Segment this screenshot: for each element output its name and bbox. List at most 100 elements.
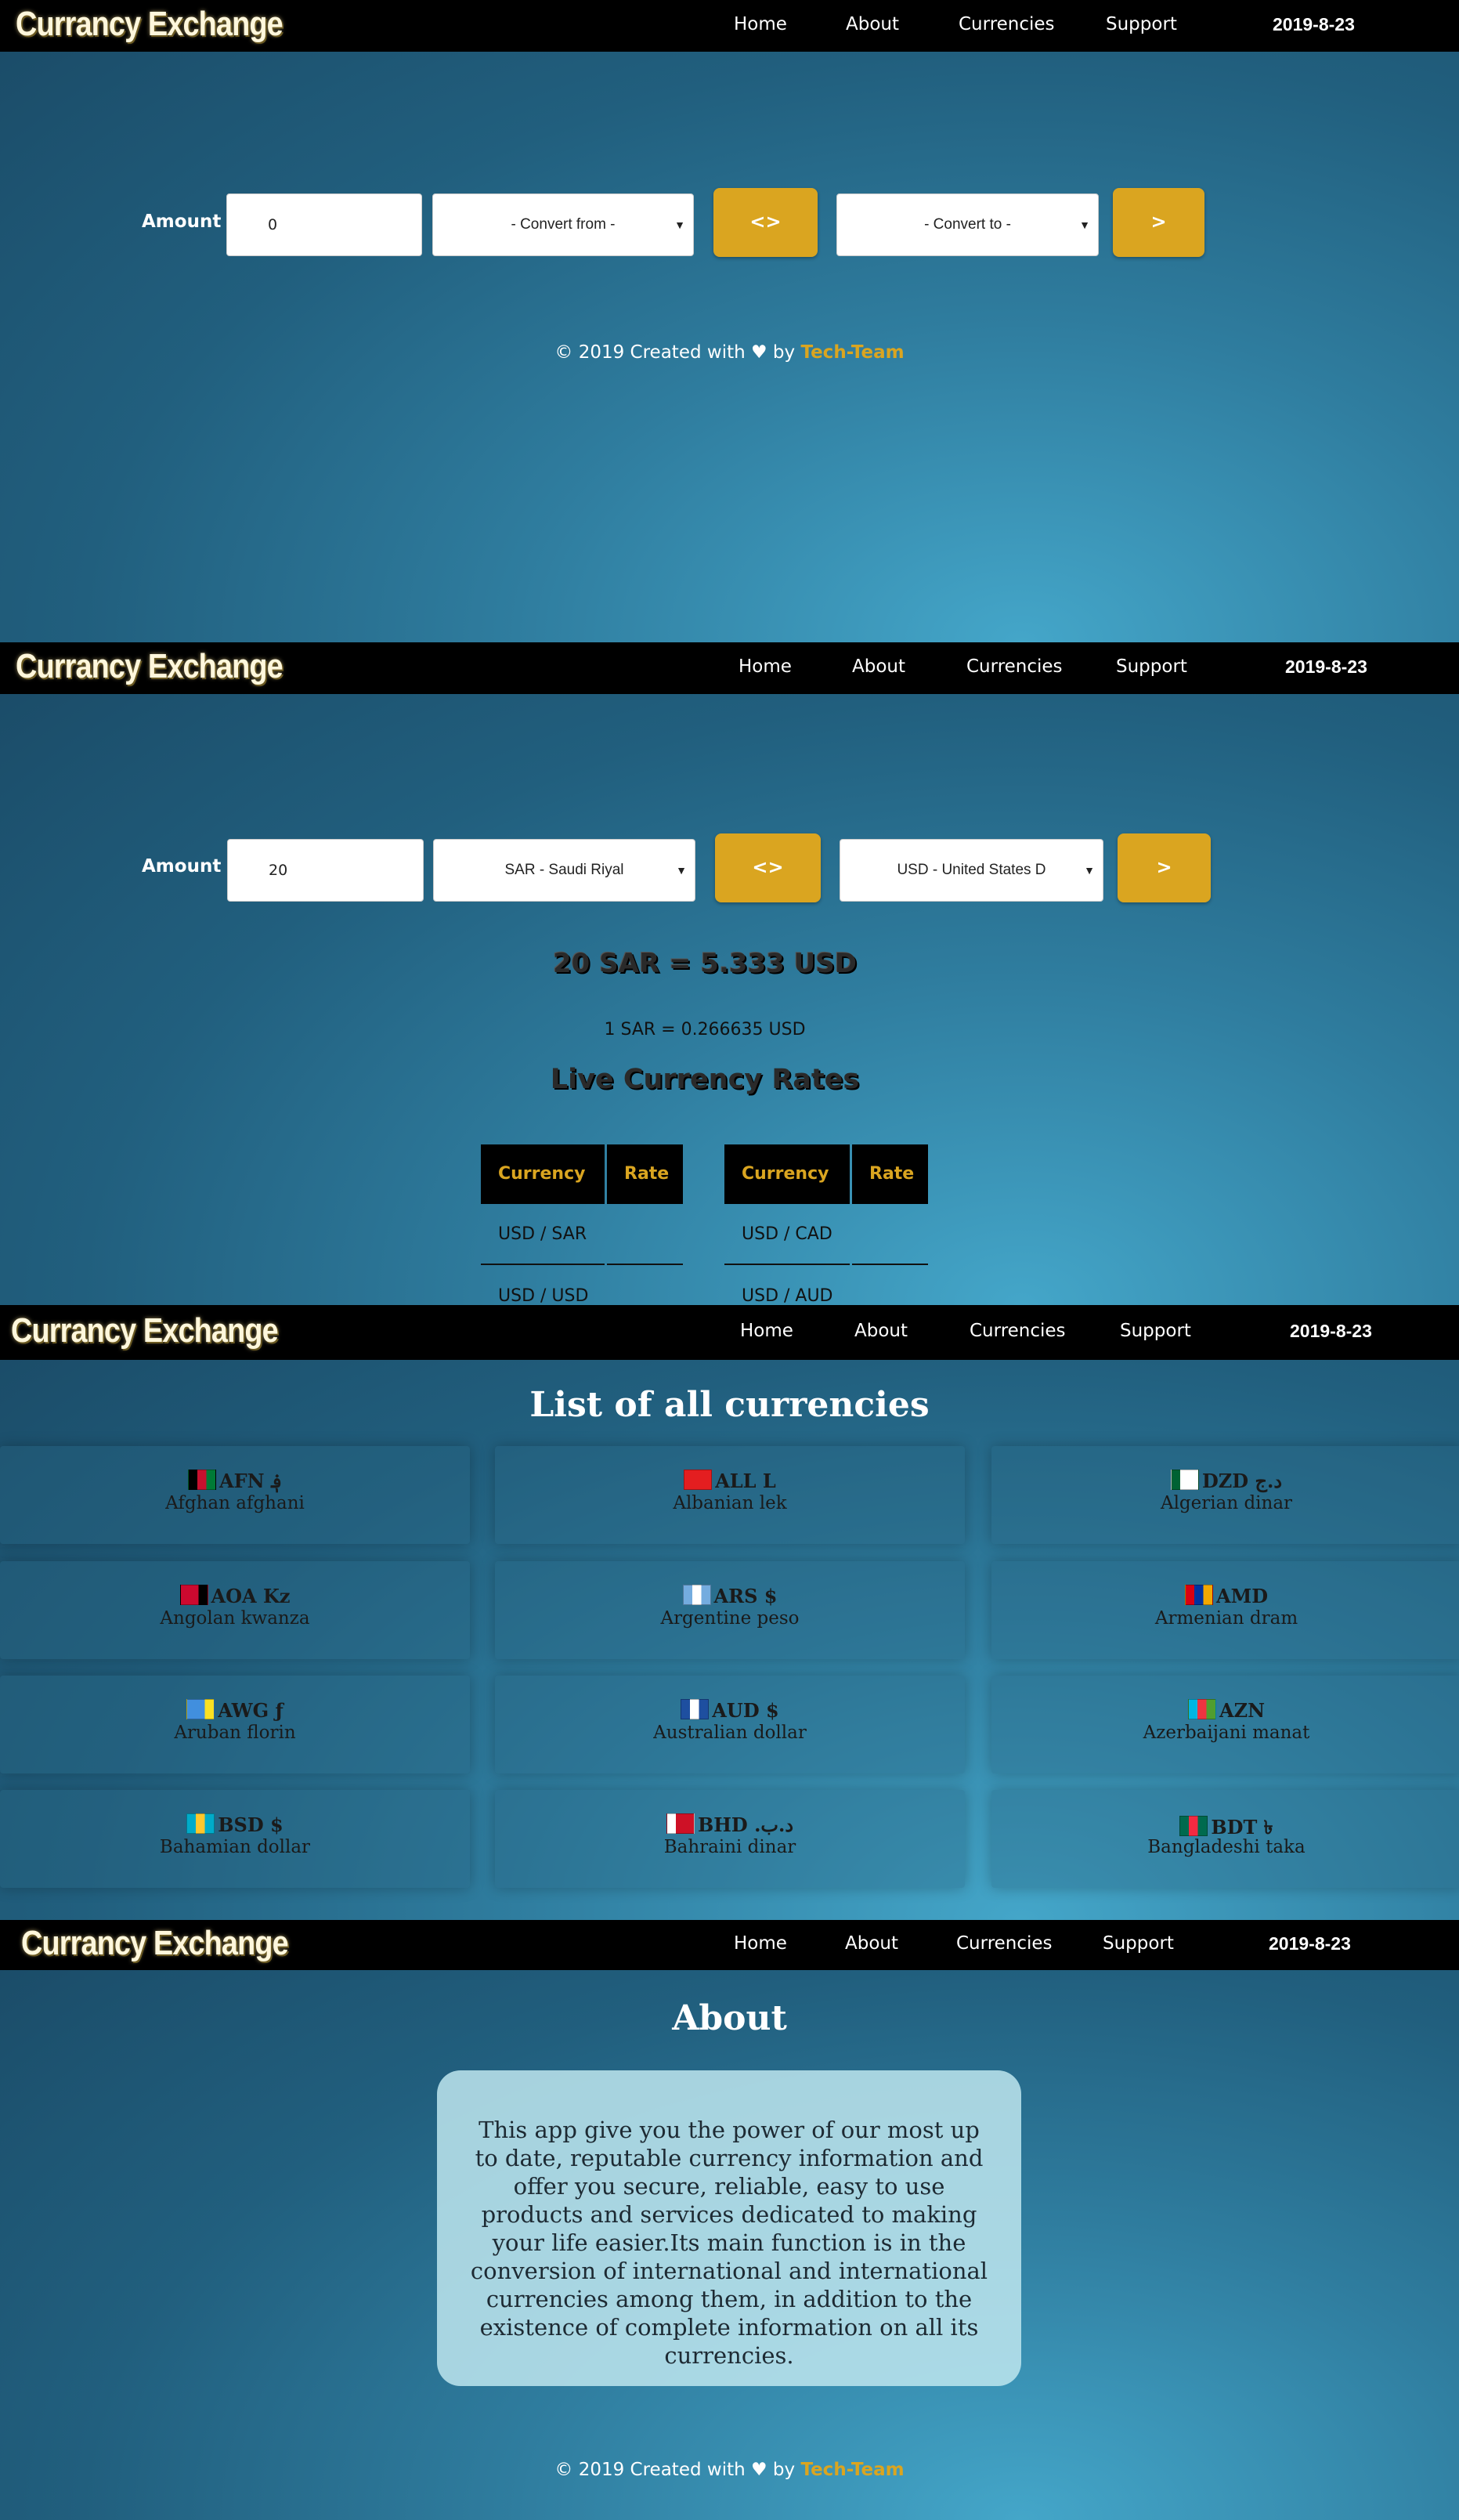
swap-button[interactable]: <> <box>713 188 818 257</box>
convert-button[interactable]: > <box>1118 833 1211 902</box>
flag-icon <box>682 1585 711 1605</box>
convert-button[interactable]: > <box>1113 188 1204 257</box>
brand-logo[interactable]: Currancy Exchange <box>16 0 283 52</box>
nav-currencies[interactable]: Currencies <box>959 0 1055 52</box>
currency-code: AUD $ <box>495 1699 965 1722</box>
currency-code: DZD د.ج <box>991 1470 1459 1492</box>
currency-code-text: DZD د.ج <box>1201 1470 1283 1492</box>
convert-from-select[interactable]: SAR - Saudi Riyal ▼ <box>433 839 695 902</box>
brand-logo[interactable]: Currancy Exchange <box>21 1920 289 1970</box>
footer-team-link[interactable]: Tech-Team <box>800 342 904 363</box>
currency-card[interactable]: BDT ৳ Bangladeshi taka <box>991 1790 1459 1888</box>
nav-date: 2019-8-23 <box>1285 656 1367 677</box>
amount-input[interactable]: 0 <box>226 193 422 256</box>
swap-button[interactable]: <> <box>715 833 821 902</box>
nav-currencies[interactable]: Currencies <box>966 642 1063 694</box>
nav-home[interactable]: Home <box>739 642 792 694</box>
convert-from-select[interactable]: - Convert from - ▼ <box>432 193 694 256</box>
nav-about[interactable]: About <box>846 0 899 52</box>
nav-date: 2019-8-23 <box>1290 1321 1372 1341</box>
nav-about[interactable]: About <box>852 642 905 694</box>
currency-card[interactable]: AFN ؋ Afghan afghani <box>0 1446 470 1544</box>
flag-icon <box>1179 1816 1208 1836</box>
brand-logo[interactable]: Currancy Exchange <box>16 642 283 694</box>
currency-code-text: AWG ƒ <box>218 1699 283 1722</box>
table-row: USD / CAD <box>724 1204 850 1265</box>
currency-card[interactable]: AUD $ Australian dollar <box>495 1676 965 1773</box>
currency-name: Algerian dinar <box>1160 1493 1293 1513</box>
currency-card[interactable]: AOA Kz Angolan kwanza <box>0 1561 470 1659</box>
flag-icon <box>1187 1699 1216 1719</box>
currency-code-text: AOA Kz <box>211 1585 291 1607</box>
nav-support[interactable]: Support <box>1120 1305 1191 1360</box>
nav-home[interactable]: Home <box>740 1305 793 1360</box>
amount-label: Amount <box>142 856 222 877</box>
flag-icon <box>684 1470 713 1490</box>
footer-text: © 2019 Created with ♥ by <box>554 342 801 363</box>
table-cell-rate <box>852 1204 928 1265</box>
about-description: This app give you the power of our most … <box>437 2070 1021 2386</box>
chevron-down-icon: ▼ <box>1079 219 1090 231</box>
convert-to-select[interactable]: - Convert to - ▼ <box>836 193 1099 256</box>
navbar: Currancy Exchange Home About Currencies … <box>0 1920 1459 1970</box>
currency-name: Bahraini dinar <box>663 1837 796 1857</box>
table-row: USD / SAR <box>481 1204 605 1265</box>
panel-converter-result: Currancy Exchange Home About Currencies … <box>0 642 1459 1305</box>
currency-card[interactable]: AMD Armenian dram <box>991 1561 1459 1659</box>
navbar: Currancy Exchange Home About Currencies … <box>0 0 1459 52</box>
currency-card[interactable]: AZN Azerbaijani manat <box>991 1676 1459 1773</box>
nav-date: 2019-8-23 <box>1273 14 1355 34</box>
brand-logo[interactable]: Currancy Exchange <box>11 1305 279 1360</box>
navbar: Currancy Exchange Home About Currencies … <box>0 642 1459 694</box>
currency-card[interactable]: ALL L Albanian lek <box>495 1446 965 1544</box>
currency-code-text: ARS $ <box>713 1585 778 1607</box>
convert-to-value: USD - United States D <box>897 862 1046 878</box>
currency-code-text: ALL L <box>715 1470 776 1492</box>
table-header-currency: Currency <box>724 1144 850 1204</box>
currency-card[interactable]: DZD د.ج Algerian dinar <box>991 1446 1459 1544</box>
currency-code-text: AMD <box>1216 1585 1268 1607</box>
currency-name: Bahamian dollar <box>159 1837 311 1857</box>
currency-name: Armenian dram <box>1154 1608 1298 1629</box>
currency-card[interactable]: AWG ƒ Aruban florin <box>0 1676 470 1773</box>
currency-card[interactable]: ARS $ Argentine peso <box>495 1561 965 1659</box>
footer-team-link[interactable]: Tech-Team <box>800 2460 904 2480</box>
currency-name: Argentine peso <box>660 1608 800 1629</box>
currency-name: Aruban florin <box>174 1723 296 1743</box>
nav-currencies[interactable]: Currencies <box>970 1305 1066 1360</box>
convert-from-value: - Convert from - <box>511 216 616 233</box>
currency-code-text: AFN ؋ <box>218 1470 282 1492</box>
currency-name: Bangladeshi taka <box>1147 1837 1306 1857</box>
nav-support[interactable]: Support <box>1116 642 1187 694</box>
nav-about[interactable]: About <box>845 1920 898 1970</box>
currency-card[interactable]: BSD $ Bahamian dollar <box>0 1790 470 1888</box>
amount-input[interactable]: 20 <box>227 839 424 902</box>
footer: © 2019 Created with ♥ by Tech-Team <box>0 342 1459 363</box>
flag-icon <box>666 1813 695 1834</box>
nav-support[interactable]: Support <box>1103 1920 1174 1970</box>
nav-home[interactable]: Home <box>734 1920 787 1970</box>
currency-code-text: BHD .د.ب <box>697 1813 794 1836</box>
about-title: About <box>672 1998 787 2038</box>
nav-support[interactable]: Support <box>1106 0 1177 52</box>
currency-name: Afghan afghani <box>165 1493 305 1513</box>
currency-card[interactable]: BHD .د.ب Bahraini dinar <box>495 1790 965 1888</box>
currency-code: AWG ƒ <box>0 1699 470 1722</box>
currency-code: ALL L <box>495 1470 965 1492</box>
flag-icon <box>1185 1585 1213 1605</box>
currency-code: AOA Kz <box>0 1585 470 1607</box>
convert-from-value: SAR - Saudi Riyal <box>504 862 624 878</box>
currency-code: BSD $ <box>0 1813 470 1836</box>
nav-currencies[interactable]: Currencies <box>956 1920 1053 1970</box>
conversion-result: 20 SAR = 5.333 USD <box>553 948 857 979</box>
convert-to-select[interactable]: USD - United States D ▼ <box>840 839 1103 902</box>
table-cell-rate <box>607 1204 683 1265</box>
currency-name: Angolan kwanza <box>160 1608 310 1629</box>
flag-icon <box>187 1470 216 1490</box>
panel-currencies: Currancy Exchange Home About Currencies … <box>0 1305 1459 1920</box>
nav-home[interactable]: Home <box>734 0 787 52</box>
navbar: Currancy Exchange Home About Currencies … <box>0 1305 1459 1360</box>
nav-about[interactable]: About <box>854 1305 908 1360</box>
table-header-rate: Rate <box>852 1144 928 1204</box>
table-header-rate: Rate <box>607 1144 683 1204</box>
